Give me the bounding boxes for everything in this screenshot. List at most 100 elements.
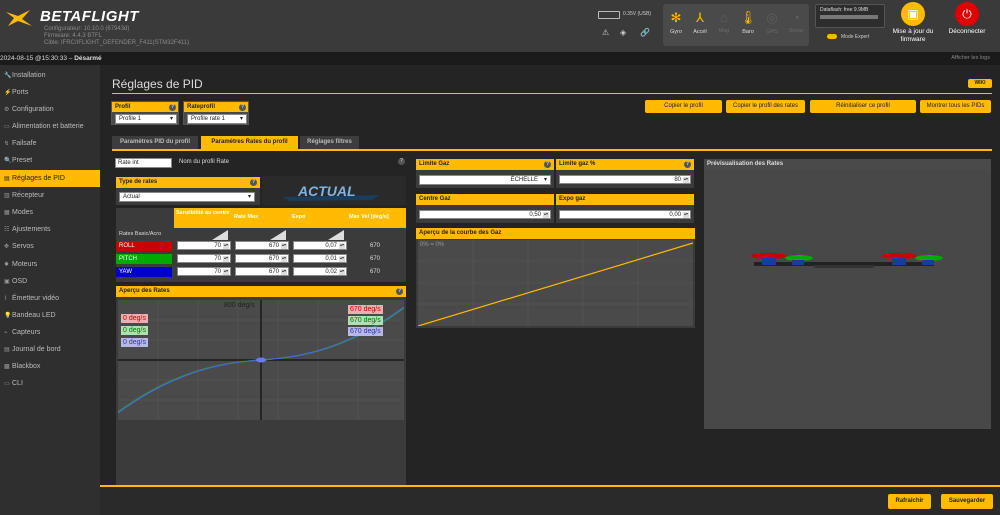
reset-profile-button[interactable]: Réinitialiser ce profil — [810, 100, 916, 113]
pitch-center-input[interactable]: 70 ▴▾ — [177, 254, 231, 263]
help-icon: ? — [684, 161, 691, 168]
status-bar: 2024-08-15 @15:30:33 – Désarmé Afficher … — [0, 52, 1000, 65]
sidebar-item-servos[interactable]: ✥ Servos — [0, 238, 100, 255]
sidebar-item-cli[interactable]: ▭ CLI — [0, 375, 100, 392]
rateprofile-select[interactable]: Profile rate 1 ▾ — [187, 114, 247, 124]
sidebar-item-vtx[interactable]: ⌇ Émetteur vidéo — [0, 290, 100, 307]
help-icon: ? — [250, 179, 257, 186]
terminal-icon: ▭ — [4, 381, 10, 387]
tab-filter-settings[interactable]: Réglages filtres — [300, 136, 359, 149]
sensor-accel: ⅄ Accél — [688, 4, 712, 46]
copy-rates-button[interactable]: Copier le profil des rates — [726, 100, 805, 113]
tab-underline — [112, 149, 992, 151]
sidebar-item-ports[interactable]: ⚡Ports — [0, 84, 100, 101]
gyro-icon: ✻ — [670, 10, 682, 25]
disconnect-button[interactable]: ⏻ Déconnecter — [944, 2, 990, 36]
wrench-icon: 🔧 — [4, 73, 12, 79]
sidebar-item-motors[interactable]: ✸ Moteurs — [0, 256, 100, 273]
axis-pitch-label: PITCH — [116, 254, 172, 264]
rates-3d-preview-panel: Prévisualisation des Rates — [704, 159, 991, 429]
throttle-limit-select[interactable]: ÉCHELLE ▾ — [419, 175, 551, 185]
axis-yaw-label: YAW — [116, 267, 172, 277]
sidebar-item-blackbox[interactable]: ▩ Blackbox — [0, 358, 100, 375]
sidebar-item-power[interactable]: ▭ Alimentation et batterie — [0, 118, 100, 135]
col-center-sensitivity: Sensibilité au centre — [176, 210, 230, 216]
throttle-expo-input[interactable]: 0,00 ▴▾ — [559, 210, 691, 219]
yaw-max-input[interactable]: 670 ▴▾ — [235, 267, 289, 276]
show-all-pids-button[interactable]: Montrer tous les PIDs — [920, 100, 991, 113]
motor-icon: ✸ — [4, 262, 10, 268]
preview-max-label: 800 deg/s — [224, 302, 255, 309]
quad-model-preview — [704, 170, 991, 429]
sidebar-item-osd[interactable]: ▣ OSD — [0, 273, 100, 290]
mag-icon: ⌂ — [720, 10, 728, 25]
copy-profile-button[interactable]: Copier le profil — [645, 100, 722, 113]
accel-icon: ⅄ — [696, 10, 704, 25]
tab-rate-settings[interactable]: Paramètres Rates du profil — [201, 136, 298, 149]
throttle-curve-graph — [418, 240, 693, 326]
update-firmware-button[interactable]: ▣ Mise à jour du firmware — [890, 2, 936, 43]
rates-table: Sensibilité au centre Rate Max Expo Max … — [116, 208, 406, 282]
status-datetime: 2024-08-15 @15:30:33 — [0, 55, 67, 62]
rates-section-label: Rates Basic/Acro — [119, 231, 162, 237]
roll-max-input[interactable]: 670 ▴▾ — [235, 241, 289, 250]
sidebar-item-led-strip[interactable]: 💡Bandeau LED — [0, 307, 100, 324]
refresh-button[interactable]: Rafraîchir — [888, 494, 931, 509]
gps-icon: ◎ — [766, 10, 778, 25]
pitch-max-input[interactable]: 670 ▴▾ — [235, 254, 289, 263]
svg-text:ACTUAL: ACTUAL — [297, 183, 356, 199]
show-logs-link[interactable]: Afficher les logs — [951, 52, 990, 65]
roll-maxvel: 670 — [370, 243, 381, 249]
throttle-limit-pct-panel: Limite gaz %? 80 ▴▾ — [556, 159, 694, 188]
col-max-vel: Max Vel [deg/s] — [349, 214, 389, 220]
wiki-button[interactable]: WIKI — [968, 79, 992, 88]
top-header: BETAFLIGHT Configurateur: 10.10.0 (67943… — [0, 0, 1000, 52]
disconnect-label: Déconnecter — [948, 28, 986, 35]
rates-type-select[interactable]: Actual ▾ — [119, 192, 255, 202]
save-button[interactable]: Sauvegarder — [941, 494, 993, 509]
sidebar-item-preset[interactable]: 🔍Preset — [0, 152, 100, 169]
sidebar-item-receiver[interactable]: ▥ Récepteur — [0, 187, 100, 204]
tab-pid-settings[interactable]: Paramètres PID du profil — [112, 136, 198, 149]
yaw-current-rate: 0 deg/s — [121, 338, 148, 347]
help-icon: ? — [544, 161, 551, 168]
sidebar-item-sensors[interactable]: ⌁ Capteurs — [0, 324, 100, 341]
rate-profile-name-input[interactable]: Rate int — [115, 158, 172, 168]
rates-type-logo: ACTUAL — [262, 176, 406, 205]
roll-center-input[interactable]: 70 ▴▾ — [177, 241, 231, 250]
sidebar-item-adjustments[interactable]: ☷ Ajustements — [0, 221, 100, 238]
roll-expo-input[interactable]: 0,07 ▴▾ — [293, 241, 347, 250]
sidebar-item-installation[interactable]: 🔧Installation — [0, 67, 100, 84]
help-icon: ? — [396, 288, 403, 295]
throttle-mid-input[interactable]: 0,50 ▴▾ — [419, 210, 551, 219]
profile-select[interactable]: Profile 1 ▾ — [115, 114, 177, 124]
sidebar-item-configuration[interactable]: ⚙ Configuration — [0, 101, 100, 118]
help-icon[interactable]: ? — [398, 158, 405, 165]
yaw-center-input[interactable]: 70 ▴▾ — [177, 267, 231, 276]
warning-icon: ⚠ — [602, 28, 610, 37]
stick-position-marker — [256, 357, 266, 363]
pitch-max-rate: 670 deg/s — [348, 316, 383, 325]
pitch-maxvel: 670 — [370, 256, 381, 262]
sensor-baro: 🌡 Baro — [736, 4, 760, 46]
sidebar-item-failsafe[interactable]: ↯ Failsafe — [0, 135, 100, 152]
sidebar-item-logging[interactable]: ▤ Journal de bord — [0, 341, 100, 358]
update-firmware-label: Mise à jour du firmware — [892, 28, 934, 43]
throttle-expo-label: Expo gaz — [556, 194, 694, 205]
battery-icon: ▭ — [4, 124, 10, 130]
throttle-limit-pct-input[interactable]: 80 ▴▾ — [559, 175, 691, 184]
sensor-mag: ⌂ Mag — [712, 4, 736, 46]
yaw-expo-input[interactable]: 0,02 ▴▾ — [293, 267, 347, 276]
yaw-max-rate: 670 deg/s — [348, 327, 383, 336]
expert-mode-toggle[interactable] — [827, 34, 837, 39]
profile-selector: Profil? Profile 1 ▾ — [111, 101, 179, 125]
pitch-expo-input[interactable]: 0,01 ▴▾ — [293, 254, 347, 263]
throttle-curve-panel: Aperçu de la courbe des Gaz 0% = 0% — [416, 228, 695, 328]
sidebar-item-pid-tuning[interactable]: ▤ Réglages de PID — [0, 170, 100, 187]
chip-icon: ▣ — [901, 2, 925, 26]
battery-icon — [598, 11, 620, 19]
roll-max-rate: 670 deg/s — [348, 305, 383, 314]
arming-status: Désarmé — [74, 55, 102, 62]
col-max-rate: Rate Max — [234, 214, 259, 220]
sidebar-item-modes[interactable]: ▦ Modes — [0, 204, 100, 221]
